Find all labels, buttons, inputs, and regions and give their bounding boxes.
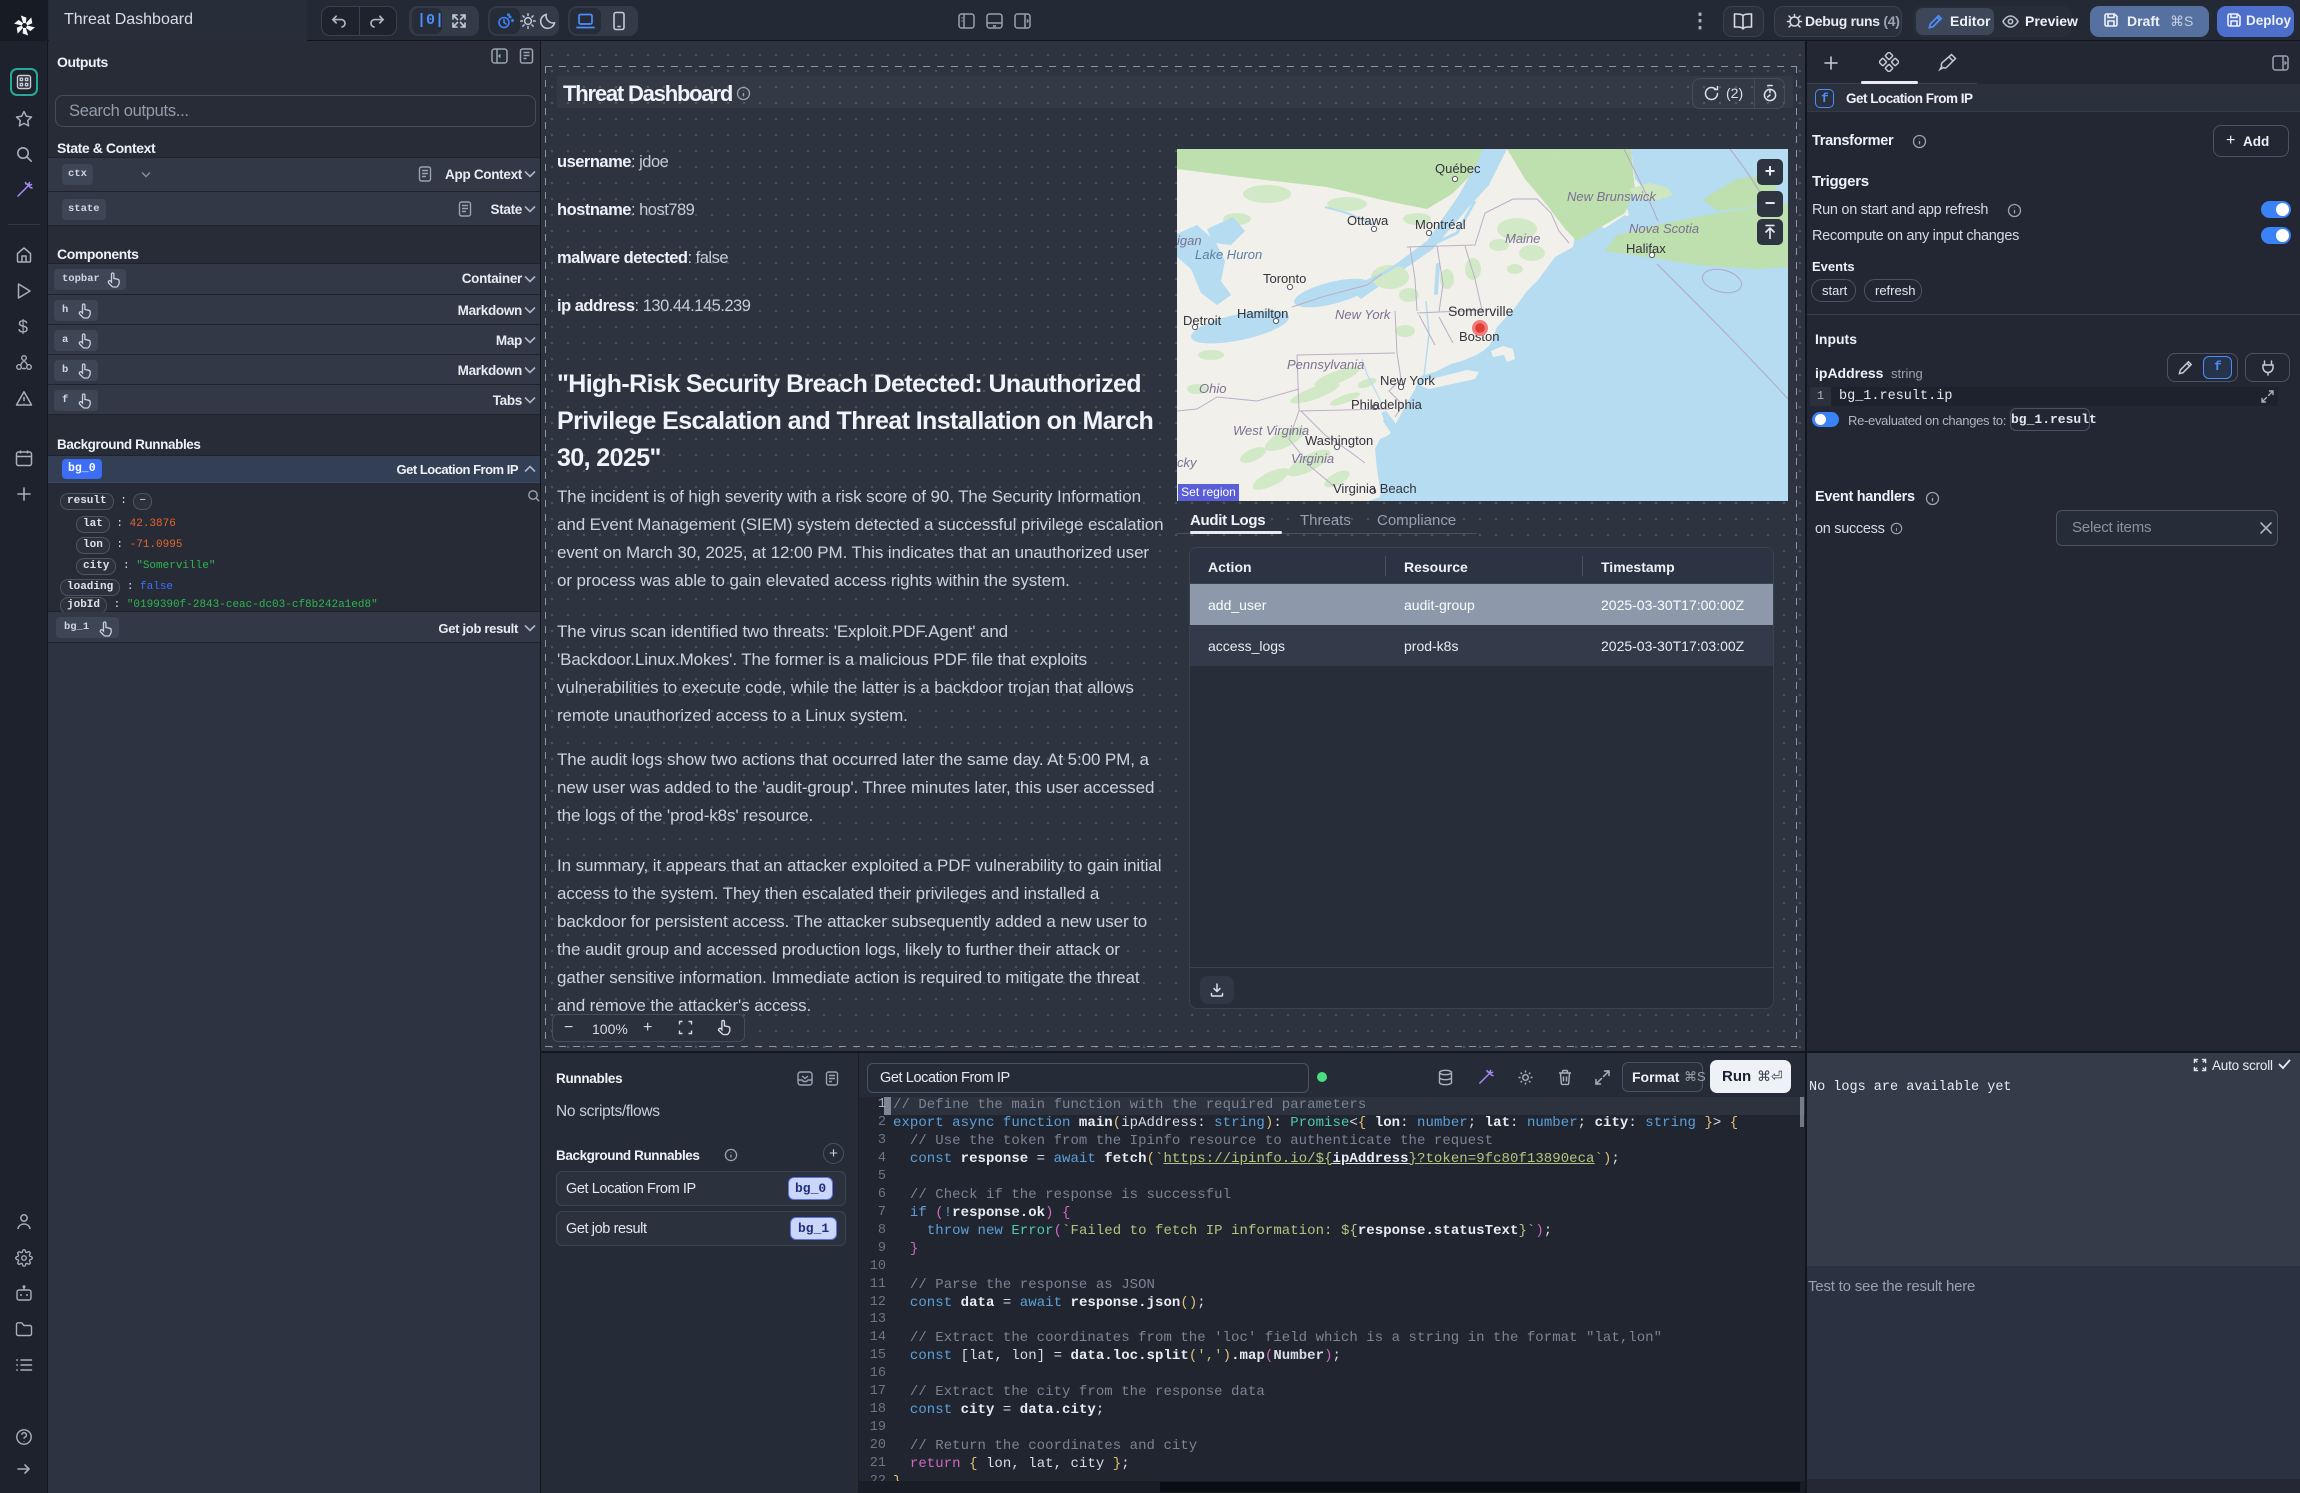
svg-text:Maine: Maine — [1505, 231, 1540, 246]
svg-text:Ohio: Ohio — [1199, 381, 1226, 396]
svg-text:New York: New York — [1335, 307, 1392, 322]
svg-text:Ottawa: Ottawa — [1347, 213, 1389, 228]
svg-text:Montréal: Montréal — [1415, 217, 1466, 232]
svg-text:Toronto: Toronto — [1263, 271, 1306, 286]
svg-text:New Brunswick: New Brunswick — [1567, 189, 1657, 204]
svg-text:Hamilton: Hamilton — [1237, 306, 1288, 321]
svg-text:Pennsylvania: Pennsylvania — [1287, 357, 1364, 372]
svg-text:Virginia: Virginia — [1291, 451, 1334, 466]
svg-text:cky: cky — [1177, 455, 1198, 470]
svg-text:New York: New York — [1380, 373, 1435, 388]
svg-text:Detroit: Detroit — [1183, 313, 1222, 328]
svg-text:Virginia Beach: Virginia Beach — [1333, 481, 1417, 496]
svg-text:Philadelphia: Philadelphia — [1351, 397, 1423, 412]
svg-text:igan: igan — [1177, 233, 1202, 248]
svg-text:Somerville: Somerville — [1448, 303, 1514, 319]
svg-text:Washington: Washington — [1305, 433, 1373, 448]
svg-text:Québec: Québec — [1435, 161, 1481, 176]
svg-text:Halifax: Halifax — [1626, 241, 1666, 256]
svg-text:West Virginia: West Virginia — [1233, 423, 1309, 438]
svg-text:Lake Huron: Lake Huron — [1195, 247, 1262, 262]
svg-text:Nova Scotia: Nova Scotia — [1629, 221, 1699, 236]
